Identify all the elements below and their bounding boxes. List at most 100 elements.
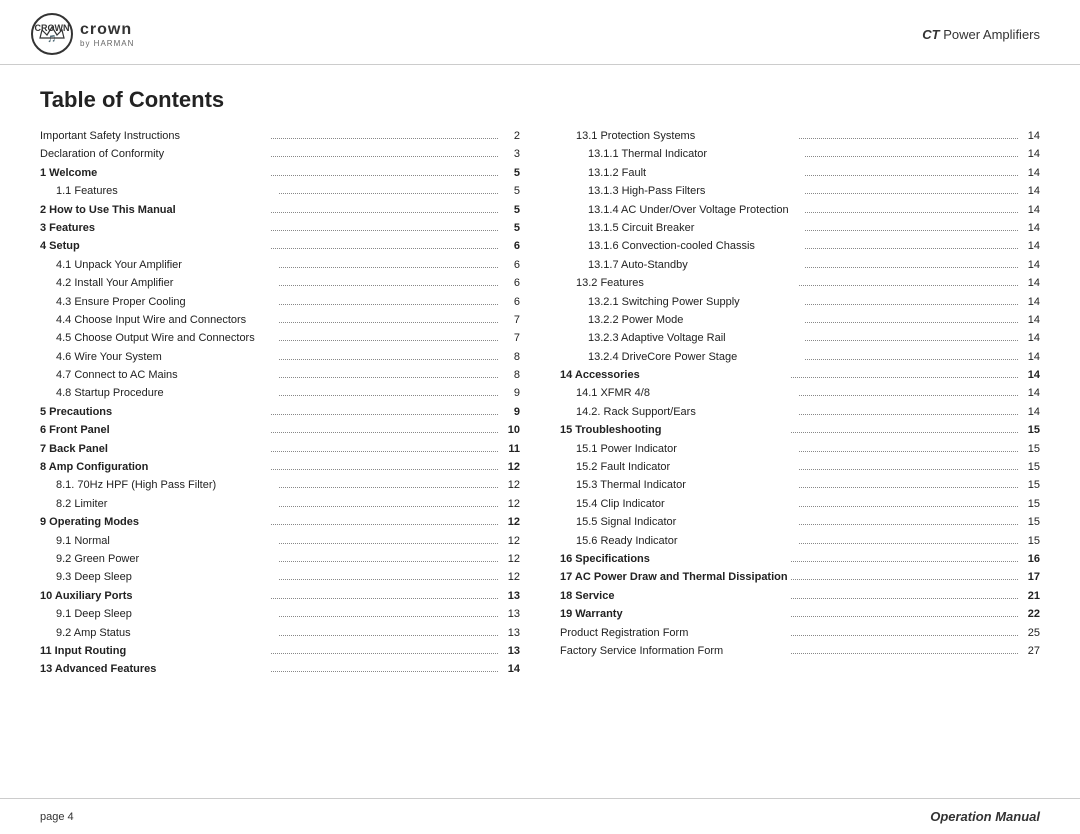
toc-page: 9 [502, 386, 520, 401]
toc-page: 14 [1022, 313, 1040, 328]
toc-dots [279, 395, 498, 396]
toc-dots [279, 193, 498, 194]
toc-entry: 9.2 Green Power12 [40, 552, 520, 567]
toc-entry: 4.7 Connect to AC Mains 8 [40, 368, 520, 383]
toc-label: 9.3 Deep Sleep [40, 570, 275, 585]
toc-entry: 8 Amp Configuration12 [40, 460, 520, 475]
toc-page: 14 [1022, 147, 1040, 162]
footer-page-number: page 4 [40, 811, 74, 823]
toc-entry: 15.1 Power Indicator15 [560, 442, 1040, 457]
toc-label: 15.1 Power Indicator [560, 442, 795, 457]
toc-label: 17 AC Power Draw and Thermal Dissipation [560, 570, 787, 585]
toc-label: 9.2 Amp Status [40, 626, 275, 641]
toc-page: 5 [502, 203, 520, 218]
toc-entry: 13.1.7 Auto-Standby14 [560, 258, 1040, 273]
toc-page: 22 [1022, 607, 1040, 622]
toc-label: 4.7 Connect to AC Mains [40, 368, 275, 383]
toc-page: 14 [1022, 166, 1040, 181]
toc-entry: 13.1.1 Thermal Indicator 14 [560, 147, 1040, 162]
toc-dots [791, 561, 1018, 562]
toc-label: 13.1 Protection Systems [560, 129, 795, 144]
toc-page: 12 [502, 478, 520, 493]
toc-dots [271, 138, 498, 139]
brand-harman-label: by HARMAN [80, 39, 134, 48]
toc-label: 8 Amp Configuration [40, 460, 267, 475]
toc-entry: 9.1 Deep Sleep13 [40, 607, 520, 622]
toc-entry: 4.2 Install Your Amplifier6 [40, 276, 520, 291]
toc-label: Important Safety Instructions [40, 129, 267, 144]
toc-entry: 4.5 Choose Output Wire and Connectors 7 [40, 331, 520, 346]
toc-page: 14 [1022, 331, 1040, 346]
toc-label: 4.3 Ensure Proper Cooling [40, 295, 275, 310]
toc-page: 25 [1022, 626, 1040, 641]
header-title: CT Power Amplifiers [922, 27, 1040, 42]
toc-page: 13 [502, 607, 520, 622]
toc-entry: 15.6 Ready Indicator15 [560, 534, 1040, 549]
toc-entry: 10 Auxiliary Ports13 [40, 589, 520, 604]
toc-label: 13.2.2 Power Mode [560, 313, 801, 328]
toc-page: 15 [1022, 497, 1040, 512]
toc-dots [271, 671, 498, 672]
toc-dots [279, 267, 498, 268]
toc-page: 14 [1022, 368, 1040, 383]
toc-label: 14.2. Rack Support/Ears [560, 405, 795, 420]
toc-page: 15 [1022, 478, 1040, 493]
toc-right-column: 13.1 Protection Systems1413.1.1 Thermal … [540, 129, 1040, 681]
toc-entry: 15 Troubleshooting15 [560, 423, 1040, 438]
toc-label: 13.2 Features [560, 276, 795, 291]
toc-label: 14 Accessories [560, 368, 787, 383]
toc-dots [805, 267, 1018, 268]
toc-entry: 9.1 Normal12 [40, 534, 520, 549]
toc-label: 15.4 Clip Indicator [560, 497, 795, 512]
toc-dots [279, 322, 498, 323]
toc-page: 10 [502, 423, 520, 438]
toc-dots [805, 359, 1018, 360]
toc-label: 11 Input Routing [40, 644, 267, 659]
toc-page: 12 [502, 497, 520, 512]
toc-dots [271, 598, 498, 599]
toc-page: 14 [1022, 239, 1040, 254]
toc-label: 13.1.6 Convection-cooled Chassis [560, 239, 801, 254]
toc-dots [805, 322, 1018, 323]
toc-label: 6 Front Panel [40, 423, 267, 438]
toc-label: 16 Specifications [560, 552, 787, 567]
toc-label: 13.1.1 Thermal Indicator [560, 147, 801, 162]
toc-page: 13 [502, 644, 520, 659]
toc-page: 5 [502, 166, 520, 181]
toc-label: 13.2.3 Adaptive Voltage Rail [560, 331, 801, 346]
toc-entry: 8.1. 70Hz HPF (High Pass Filter)12 [40, 478, 520, 493]
toc-entry: 13.1.3 High-Pass Filters14 [560, 184, 1040, 199]
toc-dots [805, 304, 1018, 305]
toc-label: 4.5 Choose Output Wire and Connectors [40, 331, 275, 346]
toc-label: 7 Back Panel [40, 442, 267, 457]
toc-entry: 8.2 Limiter12 [40, 497, 520, 512]
toc-label: 5 Precautions [40, 405, 267, 420]
toc-dots [271, 248, 498, 249]
toc-page: 12 [502, 515, 520, 530]
toc-dots [279, 616, 498, 617]
header-ct: CT [922, 27, 939, 42]
toc-label: 19 Warranty [560, 607, 787, 622]
toc-dots [279, 579, 498, 580]
toc-entry: 13.1 Protection Systems 14 [560, 129, 1040, 144]
toc-dots [271, 230, 498, 231]
toc-entry: 9.2 Amp Status13 [40, 626, 520, 641]
toc-page: 14 [502, 662, 520, 677]
toc-page: 5 [502, 184, 520, 199]
toc-dots [799, 138, 1018, 139]
toc-label: 4.1 Unpack Your Amplifier [40, 258, 275, 273]
toc-label: 10 Auxiliary Ports [40, 589, 267, 604]
toc-dots [799, 414, 1018, 415]
toc-dots [279, 304, 498, 305]
toc-page: 16 [1022, 552, 1040, 567]
toc-page: 14 [1022, 221, 1040, 236]
toc-page: 9 [502, 405, 520, 420]
toc-page: 7 [502, 313, 520, 328]
toc-entry: 9 Operating Modes12 [40, 515, 520, 530]
toc-page: 8 [502, 368, 520, 383]
toc-page: 7 [502, 331, 520, 346]
footer: page 4 Operation Manual [0, 798, 1080, 834]
toc-page: 14 [1022, 129, 1040, 144]
header-title-rest: Power Amplifiers [940, 27, 1040, 42]
toc-dots [805, 230, 1018, 231]
